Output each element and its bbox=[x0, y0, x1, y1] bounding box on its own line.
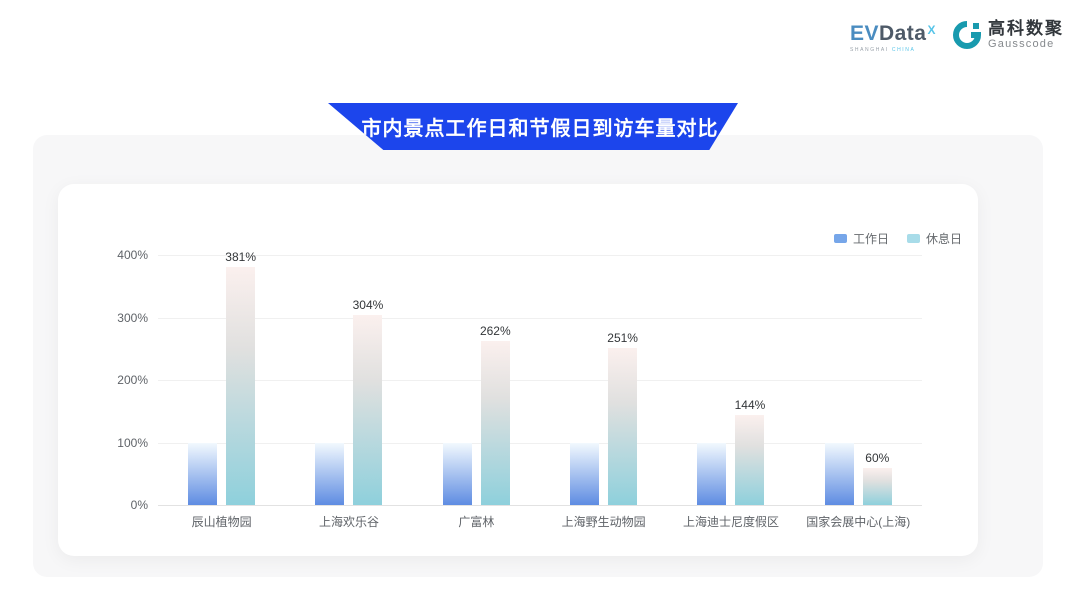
legend-label: 休息日 bbox=[926, 230, 962, 247]
legend-swatch bbox=[834, 234, 847, 243]
bar-restday-wrap: 60% bbox=[863, 468, 892, 506]
bar-value-label: 251% bbox=[607, 331, 638, 345]
bar-restday-wrap: 304% bbox=[353, 315, 382, 505]
bar-restday bbox=[481, 341, 510, 505]
bar-workday bbox=[825, 443, 854, 506]
bar-restday-wrap: 262% bbox=[481, 341, 510, 505]
gausscode-logo: 高科数聚 Gausscode bbox=[952, 20, 1064, 50]
category-axis: 辰山植物园上海欢乐谷广富林上海野生动物园上海迪士尼度假区国家会展中心(上海) bbox=[158, 513, 922, 530]
y-axis-tick: 200% bbox=[62, 373, 148, 387]
category-label: 广富林 bbox=[413, 513, 540, 530]
gausscode-g-icon bbox=[952, 20, 982, 50]
y-axis-tick: 0% bbox=[62, 498, 148, 512]
bar-value-label: 262% bbox=[480, 324, 511, 338]
bar-workday bbox=[697, 443, 726, 506]
bar-restday bbox=[353, 315, 382, 505]
y-axis-tick: 400% bbox=[62, 248, 148, 262]
bar-value-label: 60% bbox=[865, 451, 889, 465]
bar-workday bbox=[188, 443, 217, 506]
gausscode-cn-text: 高科数聚 bbox=[988, 20, 1064, 38]
evdata-tagline-china: CHINA bbox=[892, 47, 916, 53]
legend-label: 工作日 bbox=[853, 230, 889, 247]
bar-workday bbox=[443, 443, 472, 506]
category-label: 上海迪士尼度假区 bbox=[667, 513, 794, 530]
legend-item-工作日[interactable]: 工作日 bbox=[834, 230, 889, 247]
header-logos: EVDataX SHANGHAI CHINA 高科数聚 Gausscode bbox=[850, 20, 1064, 53]
evdata-ev-text: EV bbox=[850, 22, 879, 45]
y-axis-tick: 300% bbox=[62, 311, 148, 325]
gausscode-en-text: Gausscode bbox=[988, 38, 1064, 50]
bar-restday bbox=[863, 468, 892, 506]
bar-group: 381% bbox=[158, 255, 285, 505]
evdata-tagline-shanghai: SHANGHAI bbox=[850, 47, 889, 53]
evdata-data-text: Data bbox=[879, 22, 927, 45]
evdata-x-mark: X bbox=[927, 23, 936, 37]
plot-area: 0%100%200%300%400%381%304%262%251%144%60… bbox=[158, 255, 922, 505]
category-label: 国家会展中心(上海) bbox=[795, 513, 922, 530]
chart-card: 工作日 休息日 0% 100% 200% 300% 400% 381% 304% 262% 251… bbox=[58, 184, 978, 556]
page: EVDataX SHANGHAI CHINA 高科数聚 Gausscode 市内… bbox=[0, 0, 1080, 608]
category-label: 辰山植物园 bbox=[158, 513, 285, 530]
bar-restday-wrap: 144% bbox=[735, 415, 764, 505]
bar-workday bbox=[315, 443, 344, 506]
evdata-tagline: SHANGHAI CHINA bbox=[850, 47, 915, 53]
bar-restday-wrap: 251% bbox=[608, 348, 637, 505]
bar-value-label: 304% bbox=[353, 298, 384, 312]
category-label: 上海野生动物园 bbox=[540, 513, 667, 530]
bar-group: 144% bbox=[667, 255, 794, 505]
bar-restday bbox=[226, 267, 255, 505]
chart-title: 市内景点工作日和节假日到访车量对比 bbox=[348, 112, 719, 141]
category-label: 上海欢乐谷 bbox=[285, 513, 412, 530]
bar-workday bbox=[570, 443, 599, 506]
evdata-wordmark: EVDataX bbox=[850, 23, 936, 45]
grid-line bbox=[158, 505, 922, 506]
legend-swatch bbox=[907, 234, 920, 243]
evdata-logo: EVDataX SHANGHAI CHINA bbox=[850, 20, 936, 53]
bar-group: 60% bbox=[795, 255, 922, 505]
chart-legend: 工作日 休息日 bbox=[834, 230, 962, 247]
legend-item-休息日[interactable]: 休息日 bbox=[907, 230, 962, 247]
bar-restday-wrap: 381% bbox=[226, 267, 255, 505]
bar-group: 262% bbox=[413, 255, 540, 505]
y-axis-tick: 100% bbox=[62, 436, 148, 450]
bar-value-label: 381% bbox=[225, 250, 256, 264]
bar-restday bbox=[735, 415, 764, 505]
bar-value-label: 144% bbox=[735, 398, 766, 412]
bar-group: 304% bbox=[285, 255, 412, 505]
bar-restday bbox=[608, 348, 637, 505]
title-banner: 市内景点工作日和节假日到访车量对比 bbox=[328, 103, 738, 150]
gausscode-text: 高科数聚 Gausscode bbox=[988, 20, 1064, 50]
background-panel: 工作日 休息日 0% 100% 200% 300% 400% 381% 304% 262% 251… bbox=[33, 135, 1043, 577]
bar-group: 251% bbox=[540, 255, 667, 505]
